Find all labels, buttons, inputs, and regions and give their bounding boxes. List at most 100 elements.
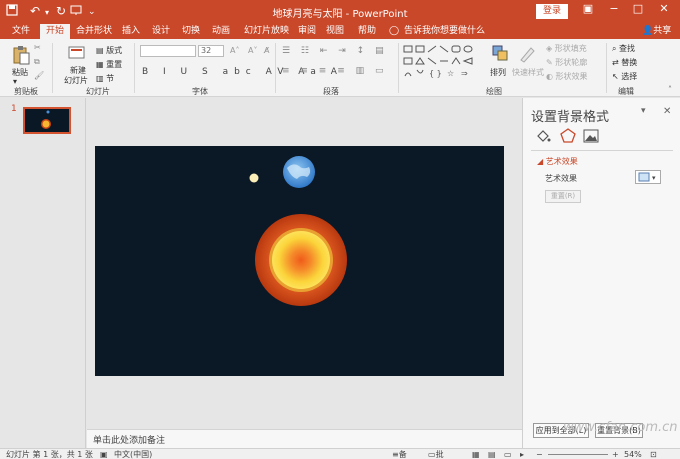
slide[interactable] [95,146,504,376]
shape-outline-label: 形状轮廓 [555,58,588,67]
notes-button[interactable]: ≡ 备注 [392,449,407,459]
collapse-ribbon-icon[interactable]: ˄ [668,85,672,94]
select-label: 选择 [621,72,638,81]
align-buttons[interactable]: ≡ ≡ ≡ ≡ ▥ ▭ [282,66,387,76]
new-slide-label[interactable]: 幻灯片 [64,75,88,86]
font-name-input[interactable] [140,45,196,57]
search-icon: ⌕ [612,44,617,53]
ribbon-tabs: 文件 开始 合并形状 插入 设计 切换 动画 幻灯片放映 审阅 视图 帮助 ◯ … [0,23,680,39]
replace-label: 替换 [621,58,638,67]
zoom-out-icon[interactable]: − [536,449,543,459]
normal-view-icon[interactable]: ▦ [472,449,480,459]
clipboard-group-label: 剪贴板 [14,87,38,96]
comments-button[interactable]: ▭ 批注 [428,449,444,459]
arrange-icon[interactable] [492,45,508,61]
divider [398,43,399,93]
paste-dropdown-icon[interactable]: ▾ [13,77,17,86]
ribbon-display-options-icon[interactable]: ▣ [578,2,598,15]
format-painter-icon[interactable]: 🖌 [34,71,44,80]
shape-fill-label: 形状填充 [554,44,587,53]
find-label: 查找 [619,44,636,53]
tab-view[interactable]: 视图 [326,25,344,37]
zoom-level[interactable]: 54% [624,449,642,459]
tab-design[interactable]: 设计 [152,25,170,37]
login-button[interactable]: 登录 [536,4,568,19]
decrease-font-icon[interactable]: A˅ [248,46,257,55]
panel-close-icon[interactable]: ✕ [663,106,671,117]
maximize-icon[interactable]: □ [628,2,648,15]
slide-thumbnail[interactable] [23,107,71,134]
artistic-effects-dropdown[interactable]: ▾ [635,170,661,184]
notes-area[interactable]: 单击此处添加备注 [87,429,522,448]
slideshow-icon[interactable]: ▸ [520,449,524,459]
divider [275,43,276,93]
new-slide-icon[interactable] [68,45,85,61]
reset-slide-button[interactable]: ▦ 重置 [96,59,122,70]
clear-format-icon[interactable]: A̸ [264,46,269,55]
zoom-slider[interactable] [548,454,608,455]
tab-insert[interactable]: 插入 [122,25,140,37]
tab-help[interactable]: 帮助 [358,25,376,37]
section-label: 节 [106,74,115,83]
arrange-button[interactable]: 排列 [490,67,506,78]
divider [134,43,135,93]
sun-graphic[interactable] [255,214,347,306]
find-button[interactable]: ⌕ 查找 [612,43,635,54]
replace-icon: ⇄ [612,58,619,67]
replace-button[interactable]: ⇄ 替换 [612,57,637,68]
quick-styles-button[interactable]: 快速样式 [512,67,544,78]
artistic-effects-section[interactable]: ◢ 艺术效果 [537,156,578,167]
paste-icon[interactable] [12,45,30,65]
tab-file[interactable]: 文件 [12,25,30,37]
tab-transitions[interactable]: 切换 [182,25,200,37]
svg-text:{ }: { } [429,69,442,78]
tab-merge-shapes[interactable]: 合并形状 [76,25,112,37]
quick-styles-icon[interactable] [518,45,535,63]
layout-button[interactable]: ▤ 版式 [96,45,122,56]
slides-group-label: 幻灯片 [86,87,110,96]
tab-animations[interactable]: 动画 [212,25,230,37]
shapes-gallery[interactable]: { } ☆ ⇒ [403,44,479,82]
drawing-group-label: 绘图 [486,87,502,96]
moon-graphic[interactable] [249,173,259,183]
select-button[interactable]: ↖ 选择 [612,71,637,82]
share-button[interactable]: 👤共享 [642,25,671,37]
shape-fill-button[interactable]: ◈ 形状填充 [546,43,587,54]
slide-number: 1 [11,104,17,114]
copy-icon[interactable]: ⧉ [34,57,40,67]
tab-review[interactable]: 审阅 [298,25,316,37]
list-buttons[interactable]: ☰ ☷ ⇤ ⇥ ↕ ▤ [282,46,388,56]
reading-view-icon[interactable]: ▭ [504,449,512,459]
cut-icon[interactable]: ✂ [34,43,41,52]
section-header-label: 艺术效果 [545,157,578,166]
increase-font-icon[interactable]: A˄ [230,46,239,55]
tab-home[interactable]: 开始 [40,24,71,39]
tell-me-box[interactable]: 告诉我你想要做什么 [404,25,485,37]
language-indicator[interactable]: 中文(中国) [114,449,152,459]
reset-effects-button[interactable]: 重置(R) [545,190,581,203]
shape-effects-label: 形状效果 [555,72,588,81]
artistic-effects-label: 艺术效果 [545,174,577,183]
picture-tab-icon[interactable] [583,128,599,144]
shape-effects-button[interactable]: ◐ 形状效果 [546,71,588,82]
layout-icon: ▤ [96,46,104,55]
tab-slideshow[interactable]: 幻灯片放映 [244,25,289,37]
panel-options-icon[interactable]: ▾ [641,106,646,116]
divider [606,43,607,93]
effects-tab-icon[interactable] [560,128,576,144]
fit-slide-icon[interactable]: ⊡ [650,449,657,459]
minimize-icon[interactable]: − [604,2,624,15]
format-background-panel: 设置背景格式 ▾ ✕ ◢ 艺术效果 艺术效果 ▾ 重置(R) 应用到全部(L) … [522,98,680,448]
fill-tab-icon[interactable] [535,128,551,144]
section-button[interactable]: ▥ 节 [96,73,114,84]
earth-graphic[interactable] [283,156,315,188]
comments-label: 批注 [435,450,444,459]
title-bar: ↶ ▾ ↻ ⌄ 地球月亮与太阳 - PowerPoint 登录 ▣ − □ ✕ [0,0,680,23]
zoom-in-icon[interactable]: + [612,449,619,459]
close-icon[interactable]: ✕ [654,2,674,15]
shape-outline-button[interactable]: ✎ 形状轮廓 [546,57,587,68]
proofing-icon[interactable]: ▣ [100,449,108,459]
slide-sorter-icon[interactable]: ▤ [488,449,496,459]
font-size-input[interactable]: 32 [198,45,224,57]
divider [52,43,53,93]
